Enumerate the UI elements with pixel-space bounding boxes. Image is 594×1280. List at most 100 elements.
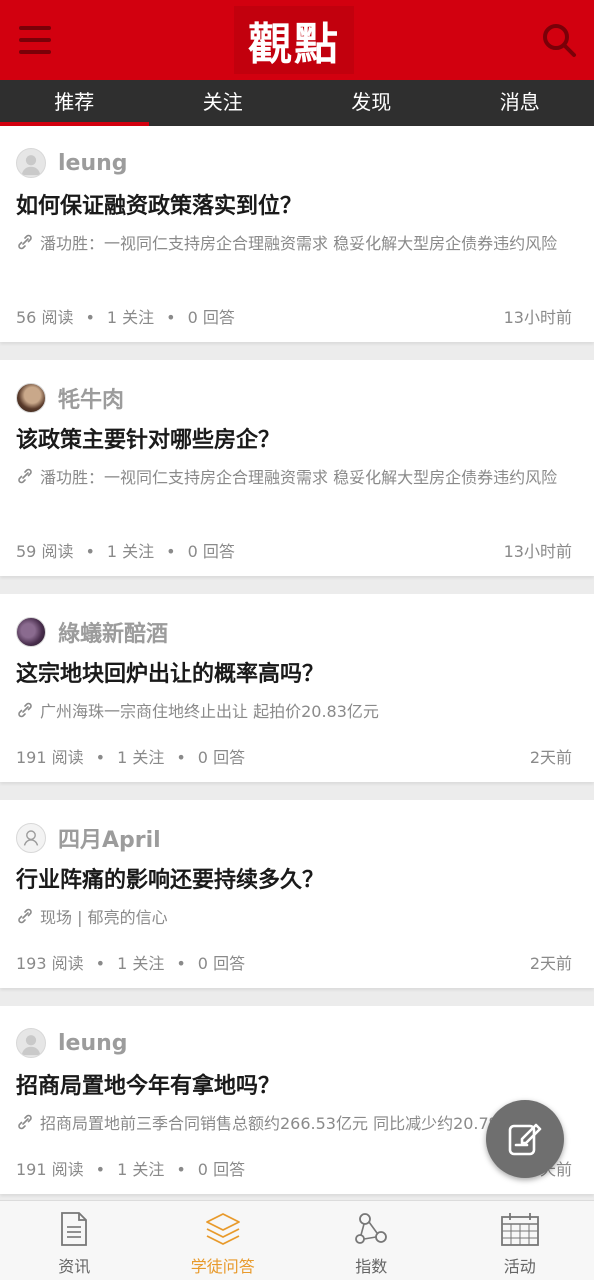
question-meta: 191 阅读 • 1 关注 • 0 回答 2天前 <box>16 744 572 768</box>
timestamp: 2天前 <box>529 954 572 973</box>
compose-icon <box>508 1123 542 1156</box>
question-card[interactable]: 四月April 行业阵痛的影响还要持续多久？ 现场 | 郁亮的信心 193 阅读… <box>0 800 594 988</box>
separator-dot: • <box>166 542 176 561</box>
menu-icon-bar <box>19 38 51 42</box>
question-card[interactable]: 牦牛肉 该政策主要针对哪些房企？ 潘功胜：一视同仁支持房企合理融资需求 稳妥化解… <box>0 360 594 576</box>
question-card[interactable]: 綠蟻新醅酒 这宗地块回炉出让的概率高吗？ 广州海珠一宗商住地终止出让 起拍价20… <box>0 594 594 782</box>
answer-count: 0 回答 <box>187 308 235 327</box>
related-article[interactable]: 广州海珠一宗商住地终止出让 起拍价20.83亿元 <box>16 698 580 727</box>
question-meta: 193 阅读 • 1 关注 • 0 回答 2天前 <box>16 950 572 974</box>
follow-count: 1 关注 <box>117 1160 165 1179</box>
timestamp: 13小时前 <box>503 308 572 327</box>
answer-count: 0 回答 <box>197 1160 246 1179</box>
avatar <box>16 148 46 178</box>
related-article-text: 广州海珠一宗商住地终止出让 起拍价20.83亿元 <box>40 702 379 721</box>
separator-dot: • <box>95 748 106 767</box>
question-title[interactable]: 如何保证融资政策落实到位？ <box>16 188 302 220</box>
nav-label: 活动 <box>503 1257 536 1276</box>
author-name: leung <box>58 1030 128 1056</box>
separator-dot: • <box>176 1160 186 1179</box>
timestamp: 2天前 <box>529 748 572 767</box>
author-name: leung <box>58 150 128 176</box>
avatar <box>16 617 46 647</box>
nav-index[interactable]: 指数 <box>297 1201 446 1280</box>
author-row[interactable]: 綠蟻新醅酒 <box>16 616 168 648</box>
nav-activity[interactable]: 活动 <box>446 1201 594 1280</box>
author-row[interactable]: leung <box>16 148 128 178</box>
link-icon <box>16 230 36 259</box>
user-icon <box>21 155 41 176</box>
related-article[interactable]: 现场 | 郁亮的信心 <box>16 904 580 933</box>
author-row[interactable]: 四月April <box>16 822 161 854</box>
nav-news[interactable]: 资讯 <box>0 1201 149 1280</box>
follow-count: 1 关注 <box>117 954 165 973</box>
question-feed: leung 如何保证融资政策落实到位？ 潘功胜：一视同仁支持房企合理融资需求 稳… <box>0 126 594 1212</box>
related-article[interactable]: 潘功胜：一视同仁支持房企合理融资需求 稳妥化解大型房企债券违约风险 <box>16 230 580 259</box>
author-row[interactable]: 牦牛肉 <box>16 382 124 414</box>
tab-recommend[interactable]: 推荐 <box>0 80 149 126</box>
nav-label: 资讯 <box>58 1257 91 1276</box>
author-name: 四月April <box>58 828 161 853</box>
network-icon <box>355 1213 388 1244</box>
related-article-text: 潘功胜：一视同仁支持房企合理融资需求 稳妥化解大型房企债券违约风险 <box>40 234 558 253</box>
separator-dot: • <box>176 954 186 973</box>
menu-button[interactable] <box>0 0 60 80</box>
top-tabs: 推荐 关注 发现 消息 <box>0 80 594 126</box>
read-count: 59 阅读 <box>16 542 74 561</box>
separator-dot: • <box>95 1160 106 1179</box>
answer-count: 0 回答 <box>197 748 246 767</box>
separator-dot: • <box>95 954 106 973</box>
avatar <box>16 823 46 853</box>
avatar <box>16 1028 46 1058</box>
tab-discover[interactable]: 发现 <box>297 80 446 126</box>
link-icon <box>16 904 36 933</box>
follow-count: 1 关注 <box>106 542 155 561</box>
search-button[interactable] <box>524 0 594 80</box>
question-card[interactable]: leung 如何保证融资政策落实到位？ 潘功胜：一视同仁支持房企合理融资需求 稳… <box>0 126 594 342</box>
compose-button[interactable] <box>486 1100 564 1178</box>
follow-count: 1 关注 <box>106 308 155 327</box>
question-title[interactable]: 这宗地块回炉出让的概率高吗？ <box>16 656 324 688</box>
read-count: 193 阅读 <box>16 954 84 973</box>
layers-icon <box>205 1213 240 1245</box>
tab-messages[interactable]: 消息 <box>446 80 594 126</box>
separator-dot: • <box>176 748 186 767</box>
separator-dot: • <box>166 308 176 327</box>
question-title[interactable]: 行业阵痛的影响还要持续多久？ <box>16 862 324 894</box>
question-title[interactable]: 招商局置地今年有拿地吗？ <box>16 1068 280 1100</box>
question-meta: 191 阅读 • 1 关注 • 0 回答 2天前 <box>16 1156 572 1180</box>
author-name: 綠蟻新醅酒 <box>58 622 169 647</box>
author-row[interactable]: leung <box>16 1028 128 1058</box>
calendar-icon <box>500 1213 539 1246</box>
separator-dot: • <box>85 308 95 327</box>
read-count: 56 阅读 <box>16 308 74 327</box>
menu-icon-bar <box>19 26 51 30</box>
link-icon <box>16 698 36 727</box>
read-count: 191 阅读 <box>16 1160 84 1179</box>
app-header: 觀點 <box>0 0 594 80</box>
avatar <box>16 383 46 413</box>
tab-follow[interactable]: 关注 <box>149 80 298 126</box>
link-icon <box>16 464 36 493</box>
nav-qa[interactable]: 学徒问答 <box>149 1201 298 1280</box>
related-article-text: 招商局置地前三季合同销售总额约266.53亿元 同比减少约20.7% <box>40 1114 504 1133</box>
related-article[interactable]: 潘功胜：一视同仁支持房企合理融资需求 稳妥化解大型房企债券违约风险 <box>16 464 580 493</box>
answer-count: 0 回答 <box>187 542 235 561</box>
search-icon <box>543 24 576 57</box>
user-outline-icon <box>23 830 39 846</box>
question-title[interactable]: 该政策主要针对哪些房企？ <box>16 422 280 454</box>
answer-count: 0 回答 <box>197 954 246 973</box>
document-icon <box>61 1212 88 1246</box>
related-article-text: 潘功胜：一视同仁支持房企合理融资需求 稳妥化解大型房企债券违约风险 <box>40 468 558 487</box>
follow-count: 1 关注 <box>117 748 165 767</box>
bottom-nav: 资讯 学徒问答 指数 活动 <box>0 1200 594 1280</box>
read-count: 191 阅读 <box>16 748 84 767</box>
app-logo: 觀點 <box>234 6 354 74</box>
nav-label: 指数 <box>355 1257 388 1276</box>
user-icon <box>21 1035 41 1056</box>
question-meta: 56 阅读 • 1 关注 • 0 回答 13小时前 <box>16 304 572 328</box>
timestamp: 13小时前 <box>503 542 572 561</box>
separator-dot: • <box>85 542 95 561</box>
question-meta: 59 阅读 • 1 关注 • 0 回答 13小时前 <box>16 538 572 562</box>
related-article-text: 现场 | 郁亮的信心 <box>40 908 168 927</box>
